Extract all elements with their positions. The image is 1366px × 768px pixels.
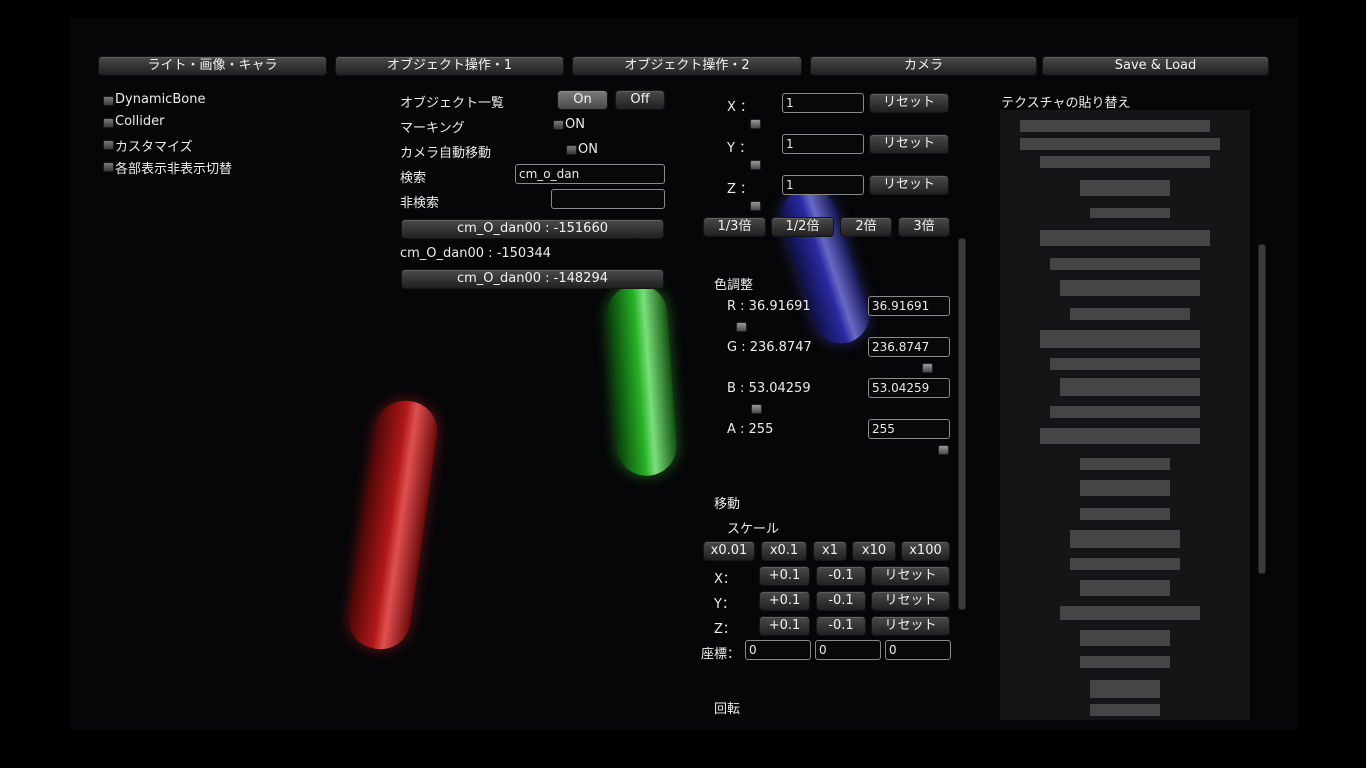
scale-z-input[interactable] bbox=[782, 175, 864, 195]
coordinate-y-input[interactable] bbox=[815, 640, 881, 660]
move-z-minus-button[interactable]: -0.1 bbox=[816, 616, 866, 636]
collider-label: Collider bbox=[115, 114, 165, 129]
customize-label: カスタマイズ bbox=[115, 140, 193, 155]
color-adjust-title: 色調整 bbox=[714, 278, 754, 293]
scale-y-label: Y ： bbox=[727, 141, 753, 156]
move-scale-x01-button[interactable]: x0.1 bbox=[761, 541, 807, 561]
color-b-input[interactable] bbox=[868, 378, 950, 398]
color-a-input[interactable] bbox=[868, 419, 950, 439]
coordinate-label: 座標： bbox=[701, 647, 741, 662]
move-x-minus-button[interactable]: -0.1 bbox=[816, 566, 866, 586]
move-x-reset-button[interactable]: リセット bbox=[871, 566, 950, 586]
color-r-slider-handle[interactable] bbox=[736, 322, 747, 332]
scale-z-slider-handle[interactable] bbox=[750, 201, 761, 211]
move-scale-x001-button[interactable]: x0.01 bbox=[703, 541, 755, 561]
dynamicbone-checkbox[interactable] bbox=[103, 96, 114, 106]
scale-y-input[interactable] bbox=[782, 134, 864, 154]
move-y-minus-button[interactable]: -0.1 bbox=[816, 591, 866, 611]
scale-half-button[interactable]: 1/2倍 bbox=[771, 217, 834, 237]
color-a-label: A : 255 bbox=[727, 422, 774, 437]
texture-replace-title: テクスチャの貼り替え bbox=[1001, 96, 1131, 111]
coordinate-x-input[interactable] bbox=[745, 640, 811, 660]
scale-x-reset-button[interactable]: リセット bbox=[869, 93, 949, 113]
nonsearch-input[interactable] bbox=[551, 189, 665, 209]
texture-preview-image bbox=[1000, 110, 1250, 720]
color-g-input[interactable] bbox=[868, 337, 950, 357]
scale-z-reset-button[interactable]: リセット bbox=[869, 175, 949, 195]
texture-scrollbar[interactable] bbox=[1258, 244, 1266, 574]
search-input[interactable] bbox=[515, 164, 665, 184]
scale-x-input[interactable] bbox=[782, 93, 864, 113]
move-z-label: Z： bbox=[714, 622, 736, 637]
move-title: 移動 bbox=[714, 497, 741, 512]
color-b-slider-handle[interactable] bbox=[751, 404, 762, 414]
move-scale-x10-button[interactable]: x10 bbox=[852, 541, 896, 561]
coordinate-z-input[interactable] bbox=[885, 640, 951, 660]
tab-camera[interactable]: カメラ bbox=[810, 56, 1037, 76]
move-x-label: X： bbox=[714, 572, 736, 587]
color-r-label: R : 36.91691 bbox=[727, 299, 811, 314]
move-z-plus-button[interactable]: +0.1 bbox=[759, 616, 810, 636]
rotate-title: 回転 bbox=[714, 702, 741, 717]
tab-save-load[interactable]: Save & Load bbox=[1042, 56, 1269, 76]
object-list-off-button[interactable]: Off bbox=[615, 90, 665, 110]
scale-one-third-button[interactable]: 1/3倍 bbox=[703, 217, 766, 237]
camera-auto-move-checkbox[interactable] bbox=[566, 145, 577, 155]
camera-auto-move-toggle-label: ON bbox=[578, 142, 598, 157]
visibility-toggle-checkbox[interactable] bbox=[103, 162, 114, 172]
scale-y-reset-button[interactable]: リセット bbox=[869, 134, 949, 154]
move-x-plus-button[interactable]: +0.1 bbox=[759, 566, 810, 586]
tab-object-operation-1[interactable]: オブジェクト操作・1 bbox=[335, 56, 564, 76]
search-label: 検索 bbox=[400, 171, 427, 186]
move-y-reset-button[interactable]: リセット bbox=[871, 591, 950, 611]
scale-z-label: Z ： bbox=[727, 182, 754, 197]
tab-object-operation-2[interactable]: オブジェクト操作・2 bbox=[572, 56, 802, 76]
color-g-slider-handle[interactable] bbox=[922, 363, 933, 373]
move-scale-label: スケール bbox=[727, 522, 780, 537]
object-list-on-button[interactable]: On bbox=[557, 90, 608, 110]
scale-triple-button[interactable]: 3倍 bbox=[898, 217, 950, 237]
camera-auto-move-label: カメラ自動移動 bbox=[400, 146, 492, 161]
marking-label: マーキング bbox=[400, 121, 465, 136]
move-y-label: Y： bbox=[714, 597, 735, 612]
scale-x-label: X ： bbox=[727, 100, 754, 115]
object-list-item[interactable]: cm_O_dan00 : -151660 bbox=[401, 219, 664, 239]
color-a-slider-handle[interactable] bbox=[938, 445, 949, 455]
move-y-plus-button[interactable]: +0.1 bbox=[759, 591, 810, 611]
scale-y-slider-handle[interactable] bbox=[750, 160, 761, 170]
marking-checkbox[interactable] bbox=[553, 120, 564, 130]
object-list-item[interactable]: cm_O_dan00 : -148294 bbox=[401, 269, 664, 289]
color-g-label: G : 236.8747 bbox=[727, 340, 812, 355]
move-scale-x1-button[interactable]: x1 bbox=[813, 541, 847, 561]
object-list-label: オブジェクト一覧 bbox=[400, 96, 505, 111]
collider-checkbox[interactable] bbox=[103, 118, 114, 128]
move-scale-x100-button[interactable]: x100 bbox=[901, 541, 950, 561]
visibility-toggle-label: 各部表示非表示切替 bbox=[115, 162, 233, 177]
dynamicbone-label: DynamicBone bbox=[115, 92, 206, 107]
customize-checkbox[interactable] bbox=[103, 140, 114, 150]
scale-x-slider-handle[interactable] bbox=[750, 119, 761, 129]
tab-light-image-chara[interactable]: ライト・画像・キャラ bbox=[98, 56, 327, 76]
settings-scrollbar[interactable] bbox=[958, 238, 966, 610]
move-z-reset-button[interactable]: リセット bbox=[871, 616, 950, 636]
scale-double-button[interactable]: 2倍 bbox=[840, 217, 892, 237]
color-r-input[interactable] bbox=[868, 296, 950, 316]
marking-toggle-label: ON bbox=[565, 117, 585, 132]
nonsearch-label: 非検索 bbox=[400, 196, 440, 211]
object-list-item[interactable]: cm_O_dan00 : -150344 bbox=[400, 246, 551, 261]
color-b-label: B : 53.04259 bbox=[727, 381, 811, 396]
